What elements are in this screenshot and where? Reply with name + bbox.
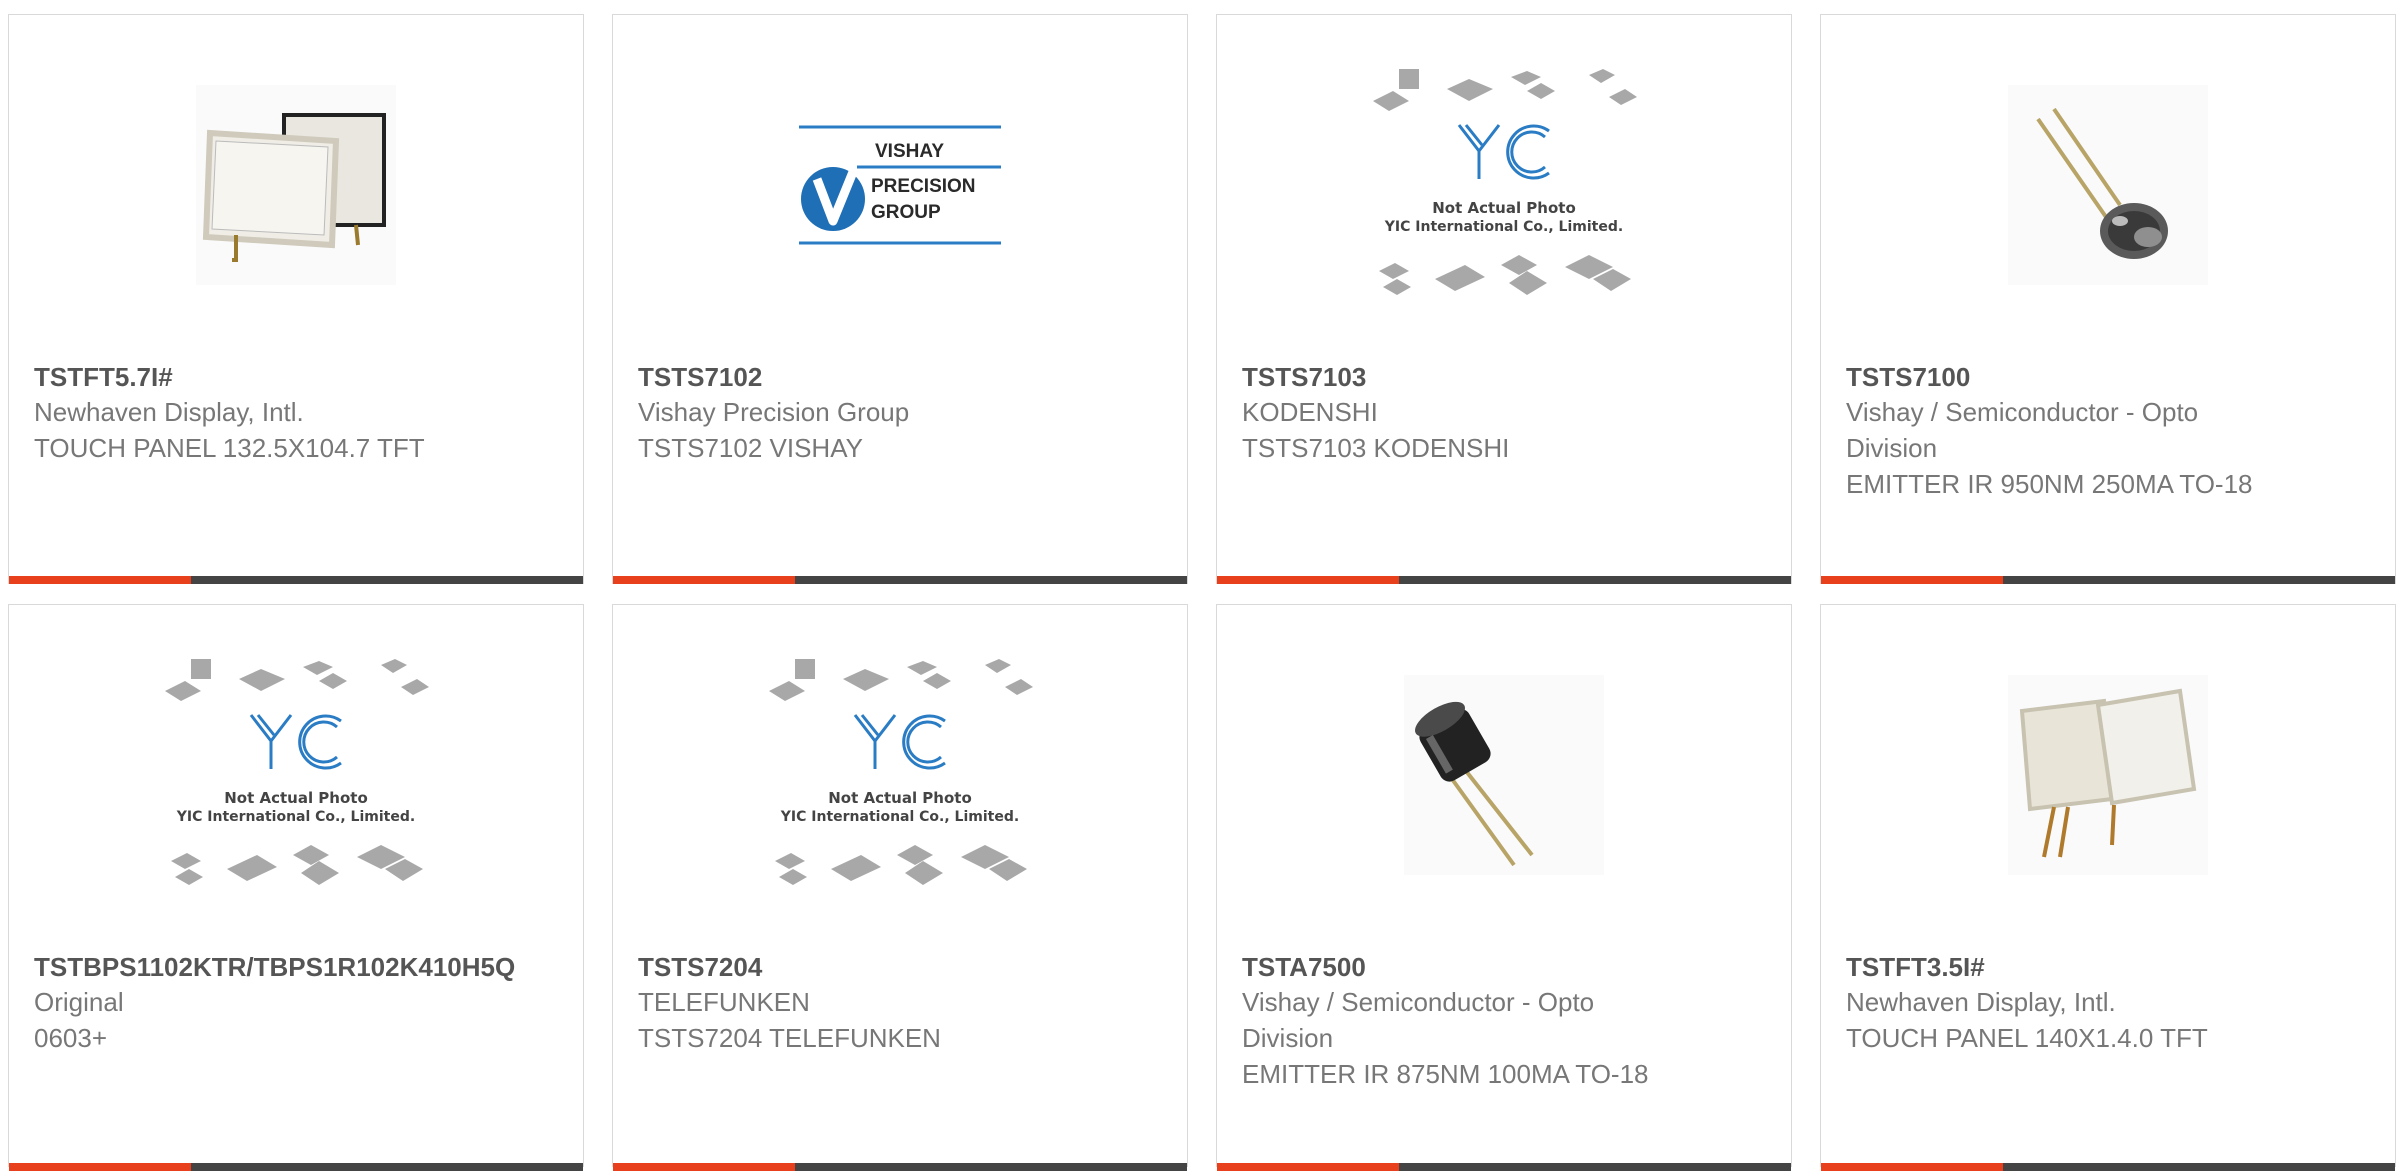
- product-info: TSTFT5.7I# Newhaven Display, Intl. TOUCH…: [34, 360, 554, 466]
- product-card[interactable]: TSTFT5.7I# Newhaven Display, Intl. TOUCH…: [8, 14, 584, 584]
- touch-panel-image: [2008, 675, 2208, 875]
- description: 0603+: [34, 1023, 108, 1053]
- product-info: TSTFT3.5I# Newhaven Display, Intl. TOUCH…: [1846, 950, 2366, 1056]
- card-bottom-bar: [9, 576, 583, 584]
- yic-placeholder-image: Not Actual Photo YIC International Co., …: [769, 659, 1033, 885]
- product-card[interactable]: Not Actual Photo YIC International Co., …: [612, 604, 1188, 1171]
- description: TSTS7204 TELEFUNKEN: [638, 1023, 941, 1053]
- product-card[interactable]: Not Actual Photo YIC International Co., …: [1216, 14, 1792, 584]
- card-accent-bar: [9, 576, 191, 584]
- part-number[interactable]: TSTA7500: [1242, 950, 1762, 984]
- card-bottom-bar: [1821, 576, 2395, 584]
- description: TOUCH PANEL 140X1.4.0 TFT: [1846, 1023, 2208, 1053]
- card-accent-bar: [613, 1163, 795, 1171]
- description: TSTS7102 VISHAY: [638, 433, 863, 463]
- card-accent-bar: [1821, 576, 2003, 584]
- card-accent-bar: [1821, 1163, 2003, 1171]
- part-number[interactable]: TSTS7204: [638, 950, 1158, 984]
- part-number[interactable]: TSTBPS1102KTR/TBPS1R102K410H5Q: [34, 950, 554, 984]
- manufacturer: Vishay Precision Group: [638, 397, 910, 427]
- product-card[interactable]: VISHAY PRECISION GROUP TSTS7102 Vishay P…: [612, 14, 1188, 584]
- manufacturer: Vishay / Semiconductor - Opto Division: [1242, 987, 1595, 1053]
- card-bottom-bar: [613, 1163, 1187, 1171]
- placeholder-caption: Not Actual Photo: [224, 789, 368, 807]
- manufacturer: Original: [34, 987, 124, 1017]
- card-bottom-bar: [1217, 576, 1791, 584]
- description: TOUCH PANEL 132.5X104.7 TFT: [34, 433, 425, 463]
- yic-placeholder-image: Not Actual Photo YIC International Co., …: [165, 659, 429, 885]
- product-info: TSTS7204 TELEFUNKEN TSTS7204 TELEFUNKEN: [638, 950, 1158, 1056]
- product-info: TSTS7100 Vishay / Semiconductor - Opto D…: [1846, 360, 2366, 502]
- manufacturer: Newhaven Display, Intl.: [34, 397, 304, 427]
- logo-text: PRECISION: [871, 176, 976, 197]
- part-number[interactable]: TSTS7103: [1242, 360, 1762, 394]
- placeholder-caption: YIC International Co., Limited.: [1384, 219, 1623, 235]
- product-card[interactable]: Not Actual Photo YIC International Co., …: [8, 604, 584, 1171]
- manufacturer: KODENSHI: [1242, 397, 1378, 427]
- product-card[interactable]: TSTFT3.5I# Newhaven Display, Intl. TOUCH…: [1820, 604, 2396, 1171]
- product-image[interactable]: [1821, 15, 2395, 355]
- card-bottom-bar: [1821, 1163, 2395, 1171]
- manufacturer: Vishay / Semiconductor - Opto Division: [1846, 397, 2199, 463]
- description: EMITTER IR 950NM 250MA TO-18: [1846, 469, 2253, 499]
- product-info: TSTS7103 KODENSHI TSTS7103 KODENSHI: [1242, 360, 1762, 466]
- manufacturer: Newhaven Display, Intl.: [1846, 987, 2116, 1017]
- card-bottom-bar: [1217, 1163, 1791, 1171]
- part-number[interactable]: TSTS7100: [1846, 360, 2366, 394]
- card-accent-bar: [613, 576, 795, 584]
- description: TSTS7103 KODENSHI: [1242, 433, 1510, 463]
- product-image[interactable]: [9, 15, 583, 355]
- card-accent-bar: [1217, 1163, 1399, 1171]
- card-bottom-bar: [9, 1163, 583, 1171]
- part-number[interactable]: TSTS7102: [638, 360, 1158, 394]
- product-card[interactable]: TSTS7100 Vishay / Semiconductor - Opto D…: [1820, 14, 2396, 584]
- product-image[interactable]: [1821, 605, 2395, 945]
- yic-placeholder-image: Not Actual Photo YIC International Co., …: [1373, 69, 1637, 295]
- placeholder-caption: YIC International Co., Limited.: [780, 809, 1019, 825]
- product-image[interactable]: Not Actual Photo YIC International Co., …: [613, 605, 1187, 945]
- part-number[interactable]: TSTFT5.7I#: [34, 360, 554, 394]
- description: EMITTER IR 875NM 100MA TO-18: [1242, 1059, 1649, 1089]
- card-accent-bar: [1217, 576, 1399, 584]
- product-info: TSTS7102 Vishay Precision Group TSTS7102…: [638, 360, 1158, 466]
- card-bottom-bar: [613, 576, 1187, 584]
- product-grid: TSTFT5.7I# Newhaven Display, Intl. TOUCH…: [0, 0, 2400, 1171]
- touch-panel-image: [196, 85, 396, 285]
- product-image[interactable]: [1217, 605, 1791, 945]
- manufacturer: TELEFUNKEN: [638, 987, 810, 1017]
- vishay-logo: VISHAY PRECISION GROUP: [797, 123, 1003, 247]
- part-number[interactable]: TSTFT3.5I#: [1846, 950, 2366, 984]
- logo-text: GROUP: [871, 202, 941, 223]
- product-image[interactable]: Not Actual Photo YIC International Co., …: [1217, 15, 1791, 355]
- placeholder-caption: YIC International Co., Limited.: [176, 809, 415, 825]
- placeholder-caption: Not Actual Photo: [828, 789, 972, 807]
- logo-text: VISHAY: [875, 141, 944, 162]
- ir-emitter-image: [2008, 85, 2208, 285]
- product-info: TSTBPS1102KTR/TBPS1R102K410H5Q Original …: [34, 950, 554, 1056]
- product-card[interactable]: TSTA7500 Vishay / Semiconductor - Opto D…: [1216, 604, 1792, 1171]
- product-info: TSTA7500 Vishay / Semiconductor - Opto D…: [1242, 950, 1762, 1092]
- product-image[interactable]: VISHAY PRECISION GROUP: [613, 15, 1187, 355]
- ir-emitter-image: [1404, 675, 1604, 875]
- placeholder-caption: Not Actual Photo: [1432, 199, 1576, 217]
- product-image[interactable]: Not Actual Photo YIC International Co., …: [9, 605, 583, 945]
- card-accent-bar: [9, 1163, 191, 1171]
